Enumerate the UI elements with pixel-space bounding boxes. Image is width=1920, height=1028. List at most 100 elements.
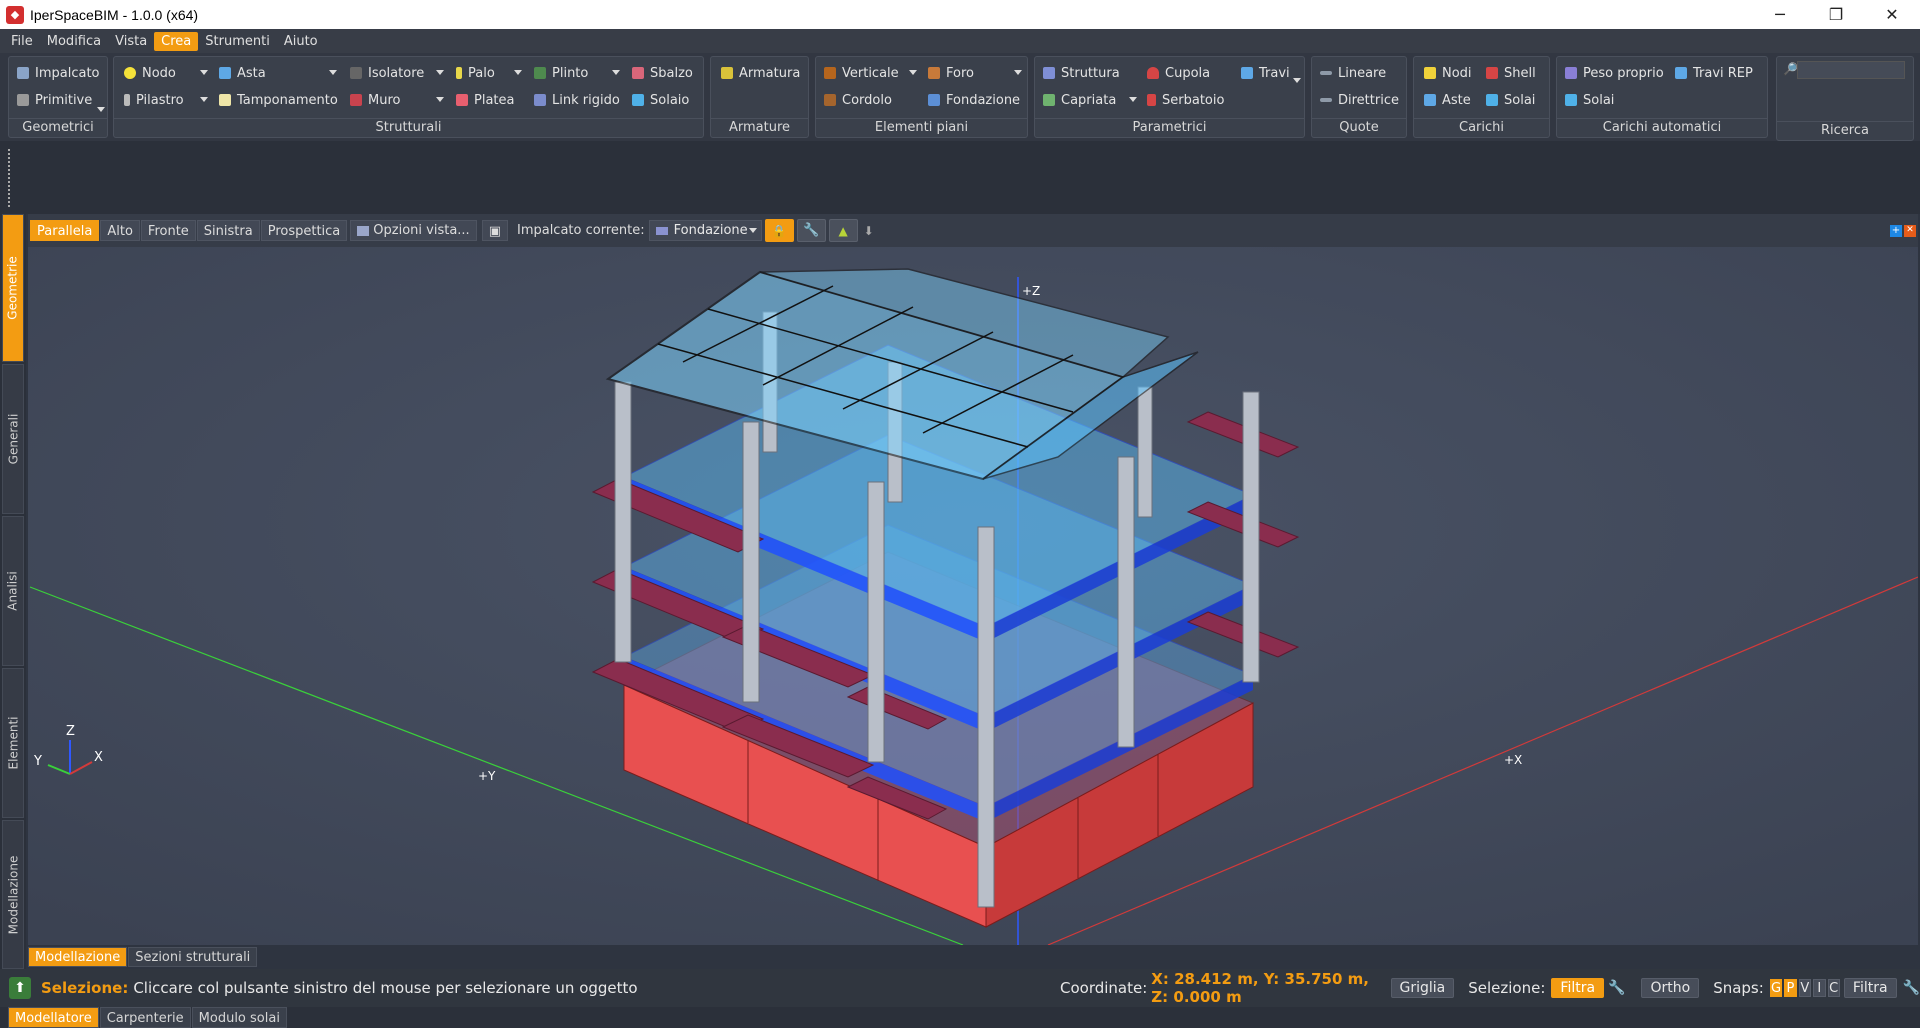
view-prospettica[interactable]: Prospettica bbox=[260, 220, 348, 241]
menu-strumenti[interactable]: Strumenti bbox=[198, 32, 277, 51]
sidetab-geometrie[interactable]: Geometrie bbox=[2, 214, 24, 362]
struttura-button[interactable]: Struttura bbox=[1043, 62, 1120, 84]
lock-button[interactable]: 🔒 bbox=[764, 219, 794, 242]
ortho-toggle[interactable]: Ortho bbox=[1641, 978, 1700, 998]
link-rigido-button[interactable]: Link rigido bbox=[534, 89, 620, 111]
view-sinistra[interactable]: Sinistra bbox=[196, 220, 260, 241]
serbatoio-button[interactable]: Serbatoio bbox=[1147, 89, 1224, 111]
menu-vista[interactable]: Vista bbox=[108, 32, 154, 51]
capriata-button[interactable]: Capriata bbox=[1043, 89, 1116, 111]
foro-button[interactable]: Foro bbox=[928, 62, 974, 84]
add-view-icon[interactable]: + bbox=[1890, 225, 1902, 237]
sidetab-analisi[interactable]: Analisi bbox=[2, 516, 24, 666]
travi-button[interactable]: Travi bbox=[1241, 62, 1290, 84]
wrench-icon[interactable]: 🔧 bbox=[1903, 980, 1920, 996]
group-label: Armature bbox=[711, 118, 808, 137]
settings-button[interactable]: 🔧 bbox=[796, 219, 826, 242]
sidetab-elementi[interactable]: Elementi bbox=[2, 668, 24, 818]
snap-p[interactable]: P bbox=[1784, 979, 1797, 997]
view-options-button[interactable]: Opzioni vista... bbox=[350, 220, 477, 241]
isolatore-button[interactable]: Isolatore bbox=[350, 62, 424, 84]
menu-file[interactable]: File bbox=[4, 32, 40, 51]
linear-dimension-icon bbox=[1320, 71, 1332, 75]
view-alto[interactable]: Alto bbox=[100, 220, 140, 241]
filtra-selection-button[interactable]: Filtra bbox=[1551, 978, 1605, 998]
chevron-down-icon[interactable] bbox=[436, 97, 444, 102]
chevron-down-icon[interactable] bbox=[1129, 97, 1137, 102]
search-input[interactable] bbox=[1797, 61, 1905, 79]
level-down-button[interactable]: ⬇ bbox=[864, 224, 874, 238]
impalcato-button[interactable]: Impalcato bbox=[17, 62, 100, 84]
snap-g[interactable]: G bbox=[1769, 979, 1783, 997]
impalcato-select[interactable]: Fondazione bbox=[648, 220, 762, 241]
plinto-button[interactable]: Plinto bbox=[534, 62, 588, 84]
3d-viewport[interactable]: Parallela Alto Fronte Sinistra Prospetti… bbox=[28, 214, 1918, 945]
sidetab-generali[interactable]: Generali bbox=[2, 364, 24, 514]
fondazione-button[interactable]: Fondazione bbox=[928, 89, 1020, 111]
chevron-down-icon[interactable] bbox=[97, 107, 105, 112]
chevron-down-icon[interactable] bbox=[329, 70, 337, 75]
maximize-button[interactable]: ❐ bbox=[1808, 0, 1864, 29]
primitive-button[interactable]: Primitive bbox=[17, 89, 92, 111]
menu-crea[interactable]: Crea bbox=[154, 31, 199, 51]
direttrice-button[interactable]: Direttrice bbox=[1320, 89, 1399, 111]
tab-modulo-solai[interactable]: Modulo solai bbox=[191, 1007, 287, 1028]
menu-aiuto[interactable]: Aiuto bbox=[277, 32, 325, 51]
nodo-button[interactable]: Nodo bbox=[124, 62, 176, 84]
screenshot-button[interactable]: ▣ bbox=[481, 220, 508, 241]
node-load-icon bbox=[1424, 67, 1436, 79]
griglia-toggle[interactable]: Griglia bbox=[1390, 978, 1455, 998]
window-title: IperSpaceBIM - 1.0.0 (x64) bbox=[30, 6, 199, 23]
auto-solai-button[interactable]: Solai bbox=[1565, 89, 1614, 111]
armatura-button[interactable]: Armatura bbox=[721, 62, 800, 84]
chevron-down-icon[interactable] bbox=[200, 70, 208, 75]
model-canvas[interactable]: +Z +Y +X Z Y X bbox=[28, 247, 1918, 945]
chevron-down-icon[interactable] bbox=[1293, 78, 1301, 83]
chevron-down-icon[interactable] bbox=[514, 70, 522, 75]
tab-modellazione[interactable]: Modellazione bbox=[28, 947, 128, 967]
solaio-button[interactable]: Solaio bbox=[632, 89, 689, 111]
palo-button[interactable]: Palo bbox=[456, 62, 495, 84]
filtra-snaps-button[interactable]: Filtra bbox=[1843, 978, 1897, 998]
tab-modellatore[interactable]: Modellatore bbox=[8, 1007, 99, 1028]
platea-button[interactable]: Platea bbox=[456, 89, 514, 111]
wrench-icon[interactable]: 🔧 bbox=[1608, 980, 1625, 996]
cordolo-button[interactable]: Cordolo bbox=[824, 89, 892, 111]
view-parallela[interactable]: Parallela bbox=[30, 220, 100, 241]
chevron-down-icon[interactable] bbox=[200, 97, 208, 102]
dock-handle[interactable] bbox=[0, 141, 26, 214]
asta-button[interactable]: Asta bbox=[219, 62, 266, 84]
carichi-aste-button[interactable]: Aste bbox=[1424, 89, 1471, 111]
tab-sezioni-strutturali[interactable]: Sezioni strutturali bbox=[128, 947, 258, 967]
view-fronte[interactable]: Fronte bbox=[140, 220, 196, 241]
snap-v[interactable]: V bbox=[1798, 979, 1812, 997]
tab-carpenterie[interactable]: Carpenterie bbox=[99, 1007, 191, 1028]
close-button[interactable]: ✕ bbox=[1864, 0, 1920, 29]
carichi-solai-button[interactable]: Solai bbox=[1486, 89, 1535, 111]
peso-proprio-button[interactable]: Peso proprio bbox=[1565, 62, 1664, 84]
travi-rep-button[interactable]: Travi REP bbox=[1675, 62, 1753, 84]
snap-i[interactable]: I bbox=[1813, 979, 1826, 997]
muro-button[interactable]: Muro bbox=[350, 89, 400, 111]
pile-icon bbox=[456, 67, 462, 79]
chevron-down-icon[interactable] bbox=[909, 70, 917, 75]
close-view-icon[interactable]: ✕ bbox=[1904, 225, 1916, 237]
cupola-button[interactable]: Cupola bbox=[1147, 62, 1210, 84]
snap-c[interactable]: C bbox=[1827, 979, 1840, 997]
carichi-nodi-button[interactable]: Nodi bbox=[1424, 62, 1472, 84]
grip-icon[interactable] bbox=[8, 149, 11, 207]
verticale-button[interactable]: Verticale bbox=[824, 62, 899, 84]
sidetab-modellazione[interactable]: Modellazione bbox=[2, 820, 24, 969]
pilastro-button[interactable]: Pilastro bbox=[124, 89, 184, 111]
chevron-down-icon[interactable] bbox=[436, 70, 444, 75]
level-up-button[interactable]: ▲ bbox=[828, 219, 858, 242]
chevron-down-icon[interactable] bbox=[1014, 70, 1022, 75]
lineare-button[interactable]: Lineare bbox=[1320, 62, 1386, 84]
side-tabs: Geometrie Generali Analisi Elementi Mode… bbox=[0, 214, 26, 969]
chevron-down-icon[interactable] bbox=[612, 70, 620, 75]
tamponamento-button[interactable]: Tamponamento bbox=[219, 89, 338, 111]
sbalzo-button[interactable]: Sbalzo bbox=[632, 62, 693, 84]
carichi-shell-button[interactable]: Shell bbox=[1486, 62, 1536, 84]
minimize-button[interactable]: ─ bbox=[1752, 0, 1808, 29]
menu-modifica[interactable]: Modifica bbox=[40, 32, 108, 51]
